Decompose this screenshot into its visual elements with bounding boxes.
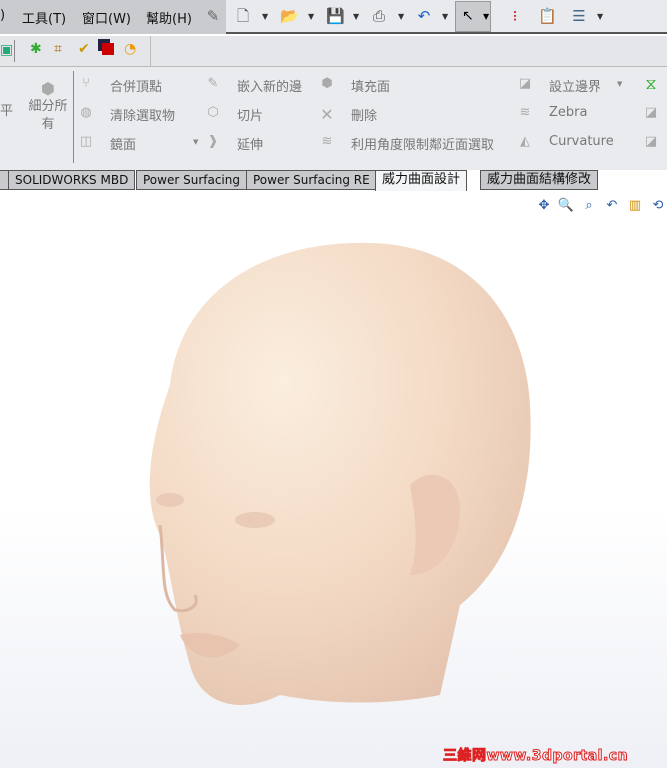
- toolbar-icon[interactable]: ⌗: [54, 41, 62, 57]
- mirror-icon: ◫: [79, 134, 93, 149]
- fill-face-button[interactable]: 填充面: [351, 76, 390, 95]
- merge-vertex-button[interactable]: 合併頂點: [110, 76, 162, 95]
- zebra-icon: ≋: [519, 105, 531, 120]
- ribbon-icon[interactable]: ◪: [643, 105, 659, 120]
- eye: [235, 512, 275, 528]
- menu-bar: ) 工具(T) 窗口(W) 幫助(H) ✎ 🗋 ▼ 📂 ▼ 💾 ▼ ⎙ ▼ ↶ ▼ ↖ ▼ …: [0, 0, 667, 34]
- menu-partial[interactable]: ): [0, 8, 5, 23]
- insert-edge-icon: ✎: [207, 76, 219, 91]
- curvature-icon: ◭: [520, 134, 530, 149]
- cube-icon: ⬢: [41, 79, 55, 98]
- delete-button[interactable]: 刪除: [351, 105, 377, 124]
- divider: [73, 71, 74, 163]
- chevron-down-icon[interactable]: ▼: [262, 12, 268, 21]
- extend-icon: ❱: [207, 134, 219, 149]
- zoom-area-icon[interactable]: ⌕: [580, 198, 598, 213]
- pin-icon[interactable]: ✎: [204, 7, 222, 25]
- secondary-toolbar: ▣ ✱ ⌗ ✔ ◔: [0, 36, 667, 67]
- file-properties-icon[interactable]: 📋: [538, 7, 557, 25]
- save-icon[interactable]: 💾: [326, 7, 345, 25]
- delete-icon: ✕: [320, 105, 334, 124]
- zebra-button[interactable]: Zebra: [549, 105, 587, 120]
- check-icon[interactable]: ✔: [78, 41, 90, 57]
- filter-icon[interactable]: ⧖: [643, 74, 659, 94]
- chevron-down-icon[interactable]: ▼: [353, 12, 359, 21]
- mirror-button[interactable]: 鏡面: [110, 134, 136, 153]
- angle-select-icon: ≋: [321, 134, 333, 149]
- slice-button[interactable]: 切片: [237, 105, 263, 124]
- color-icon[interactable]: [102, 43, 114, 55]
- chevron-down-icon[interactable]: ▼: [193, 138, 198, 146]
- chevron-down-icon: ▼: [483, 12, 490, 21]
- watermark: 三維网www.3dportal.cn: [442, 748, 629, 765]
- ribbon-partial-label[interactable]: 平: [0, 100, 13, 119]
- zoom-to-fit-icon[interactable]: 🔍: [557, 198, 575, 213]
- tab-power-surfacing-re[interactable]: Power Surfacing RE: [246, 170, 377, 190]
- traffic-light-icon[interactable]: ⁝: [506, 7, 524, 25]
- divider: [150, 36, 151, 67]
- fill-face-icon: ⬢: [321, 76, 333, 91]
- command-tabs: SOLIDWORKS MBD Power Surfacing Power Sur…: [0, 170, 667, 192]
- select-button[interactable]: ↖ ▼: [455, 1, 491, 32]
- menu-help[interactable]: 幫助(H): [146, 8, 192, 27]
- chevron-down-icon[interactable]: ▼: [442, 12, 448, 21]
- merge-vertex-icon: ⑂: [82, 76, 90, 91]
- options-icon[interactable]: ☰: [570, 7, 588, 25]
- divider: [14, 40, 15, 62]
- previous-view-icon[interactable]: ↶: [603, 198, 621, 213]
- appearance-icon[interactable]: ◔: [124, 41, 136, 57]
- toolbar-icon[interactable]: ✱: [30, 41, 42, 57]
- angle-select-button[interactable]: 利用角度限制鄰近面選取: [351, 134, 494, 153]
- menu-tools[interactable]: 工具(T): [22, 8, 66, 27]
- tab-power-surfacing[interactable]: Power Surfacing: [136, 170, 247, 190]
- ribbon-icon[interactable]: ◪: [643, 134, 659, 149]
- view-orientation-icon[interactable]: ⟲: [649, 198, 667, 213]
- slice-icon: ⬡: [207, 105, 219, 120]
- set-boundary-button[interactable]: 設立邊界: [549, 76, 601, 95]
- extend-button[interactable]: 延伸: [237, 134, 263, 153]
- tab-solidworks-mbd[interactable]: SOLIDWORKS MBD: [8, 170, 136, 190]
- new-document-icon[interactable]: 🗋: [234, 7, 252, 25]
- curvature-button[interactable]: Curvature: [549, 134, 614, 149]
- clear-selection-icon: ◍: [80, 105, 92, 120]
- chevron-down-icon[interactable]: ▼: [308, 12, 314, 21]
- menu-window[interactable]: 窗口(W): [82, 8, 131, 27]
- open-folder-icon[interactable]: 📂: [280, 7, 299, 25]
- head-model[interactable]: [130, 235, 540, 725]
- print-icon[interactable]: ⎙: [370, 7, 388, 25]
- ribbon: 平 ⬢ 細分所有 ⑂ 合併頂點 ◍ 清除選取物 ◫ 鏡面 ▼ ✎ 嵌入新的邊 ⬡ 切片 ❱ 延…: [0, 67, 667, 171]
- tab-power-surface-structure[interactable]: 威力曲面結構修改: [480, 170, 599, 190]
- undo-icon[interactable]: ↶: [415, 7, 433, 25]
- chevron-down-icon[interactable]: ▼: [398, 12, 404, 21]
- chevron-down-icon[interactable]: ▼: [617, 80, 622, 88]
- pan-icon[interactable]: ✥: [535, 198, 553, 213]
- boundary-icon: ◪: [518, 76, 532, 91]
- chevron-down-icon[interactable]: ▼: [597, 12, 603, 21]
- toolbar-icon[interactable]: ▣: [0, 42, 13, 58]
- insert-edge-button[interactable]: 嵌入新的邊: [237, 76, 302, 95]
- section-view-icon[interactable]: ▥: [626, 198, 644, 213]
- tab-power-surface-design[interactable]: 威力曲面設計: [375, 170, 468, 192]
- clear-selection-button[interactable]: 清除選取物: [110, 105, 175, 124]
- cursor-icon: ↖: [462, 8, 474, 24]
- subdivide-all-button[interactable]: ⬢ 細分所有: [26, 79, 70, 134]
- subdivide-all-label: 細分所有: [28, 99, 68, 132]
- eye: [156, 493, 184, 507]
